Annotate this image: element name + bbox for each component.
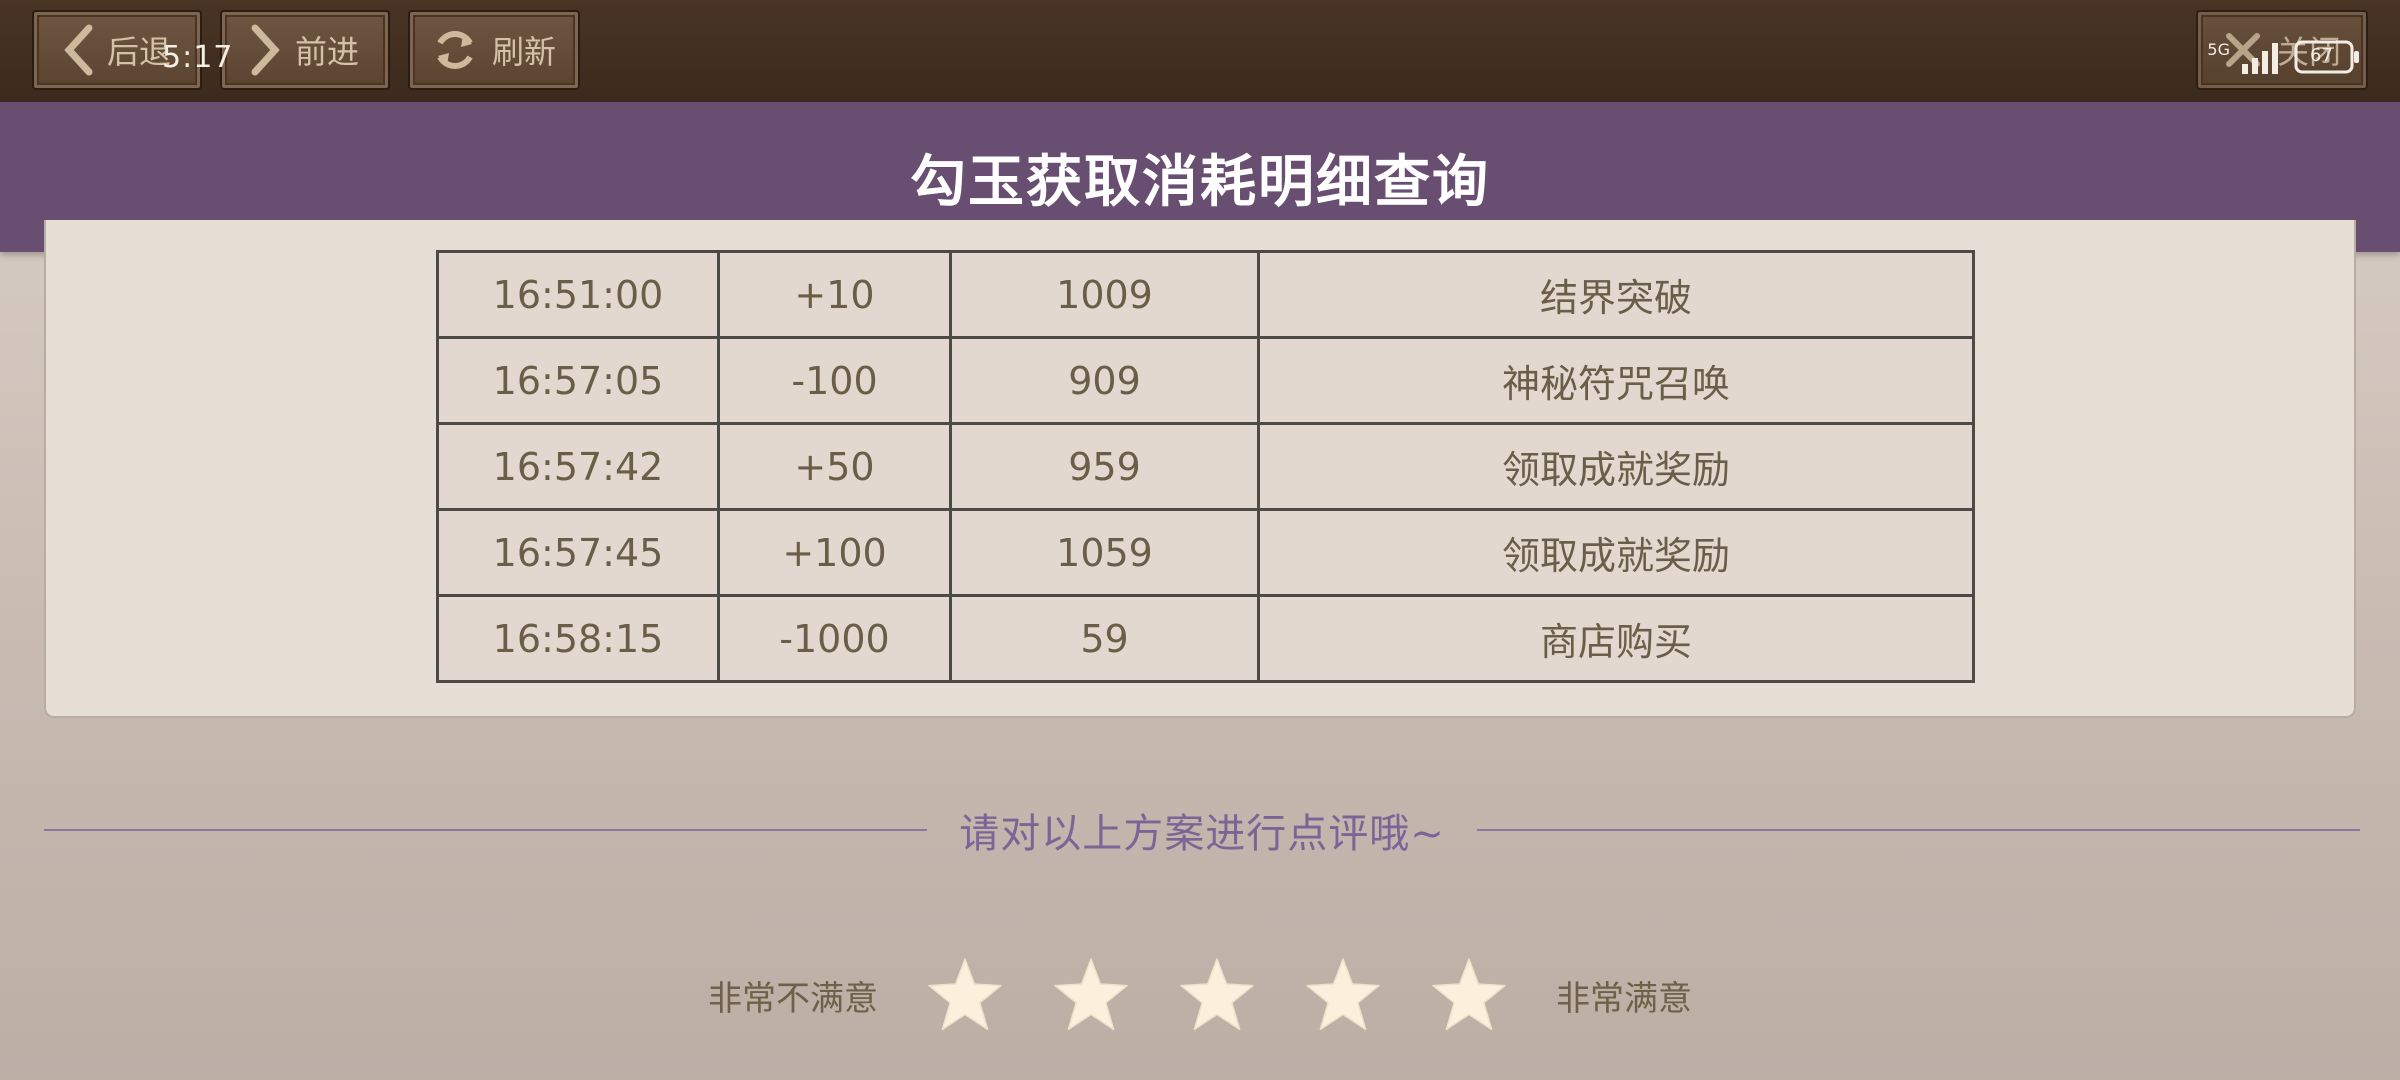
record-balance: 909	[949, 336, 1260, 425]
divider-left	[44, 829, 928, 831]
record-balance: 959	[949, 422, 1260, 511]
table-row: 16:51:00 +10 1009 结界突破	[436, 250, 1975, 339]
battery-icon: 67	[2294, 40, 2360, 78]
top-bar: 后退 前进 刷新 关闭 5:17 5G 67	[0, 0, 2400, 102]
rating-low-label: 非常不满意	[708, 978, 878, 1019]
divider-right	[1476, 829, 2361, 831]
star-rating	[926, 956, 1508, 1034]
network-label: 5G	[2207, 40, 2230, 59]
record-time: 16:57:42	[436, 422, 720, 511]
table-row: 16:57:05 -100 909 神秘符咒召唤	[436, 336, 1975, 425]
record-source: 神秘符咒召唤	[1257, 336, 1975, 425]
record-time: 16:57:05	[436, 336, 720, 425]
status-indicators: 5G 67	[2207, 40, 2360, 78]
record-time: 16:57:45	[436, 508, 720, 597]
rating-high-label: 非常满意	[1556, 978, 1692, 1019]
refresh-button[interactable]: 刷新	[408, 10, 580, 90]
record-source: 商店购买	[1257, 594, 1975, 683]
record-time: 16:58:15	[436, 594, 720, 683]
star-icon[interactable]	[1430, 956, 1508, 1034]
signal-icon	[2240, 40, 2284, 78]
star-icon[interactable]	[1178, 956, 1256, 1034]
chevron-right-icon	[251, 24, 281, 76]
refresh-icon	[432, 27, 478, 73]
table-row: 16:57:45 +100 1059 领取成就奖励	[436, 508, 1975, 597]
table-row: 16:58:15 -1000 59 商店购买	[436, 594, 1975, 683]
table-row: 16:57:42 +50 959 领取成就奖励	[436, 422, 1975, 511]
review-prompt: 请对以上方案进行点评哦~	[959, 811, 1445, 857]
record-change: +50	[717, 422, 952, 511]
chevron-left-icon	[63, 24, 93, 76]
record-balance: 1009	[949, 250, 1260, 339]
forward-button[interactable]: 前进	[220, 10, 390, 90]
record-balance: 1059	[949, 508, 1260, 597]
record-source: 领取成就奖励	[1257, 422, 1975, 511]
record-change: -100	[717, 336, 952, 425]
record-change: +10	[717, 250, 952, 339]
battery-level: 67	[2310, 45, 2333, 66]
record-change: +100	[717, 508, 952, 597]
status-time: 5:17	[162, 40, 234, 75]
record-change: -1000	[717, 594, 952, 683]
records-table: 16:51:00 +10 1009 结界突破 16:57:05 -100 909…	[436, 250, 1975, 683]
star-icon[interactable]	[926, 956, 1004, 1034]
review-heading: 请对以上方案进行点评哦~	[44, 800, 2361, 860]
record-source: 领取成就奖励	[1257, 508, 1975, 597]
page-title: 勾玉获取消耗明细查询	[910, 149, 1490, 215]
forward-label: 前进	[294, 33, 359, 71]
star-icon[interactable]	[1304, 956, 1382, 1034]
record-source: 结界突破	[1257, 250, 1975, 339]
record-balance: 59	[949, 594, 1260, 683]
star-icon[interactable]	[1052, 956, 1130, 1034]
record-time: 16:51:00	[436, 250, 720, 339]
rating-row: 非常不满意 非常满意	[0, 945, 2400, 1045]
refresh-label: 刷新	[491, 33, 556, 71]
